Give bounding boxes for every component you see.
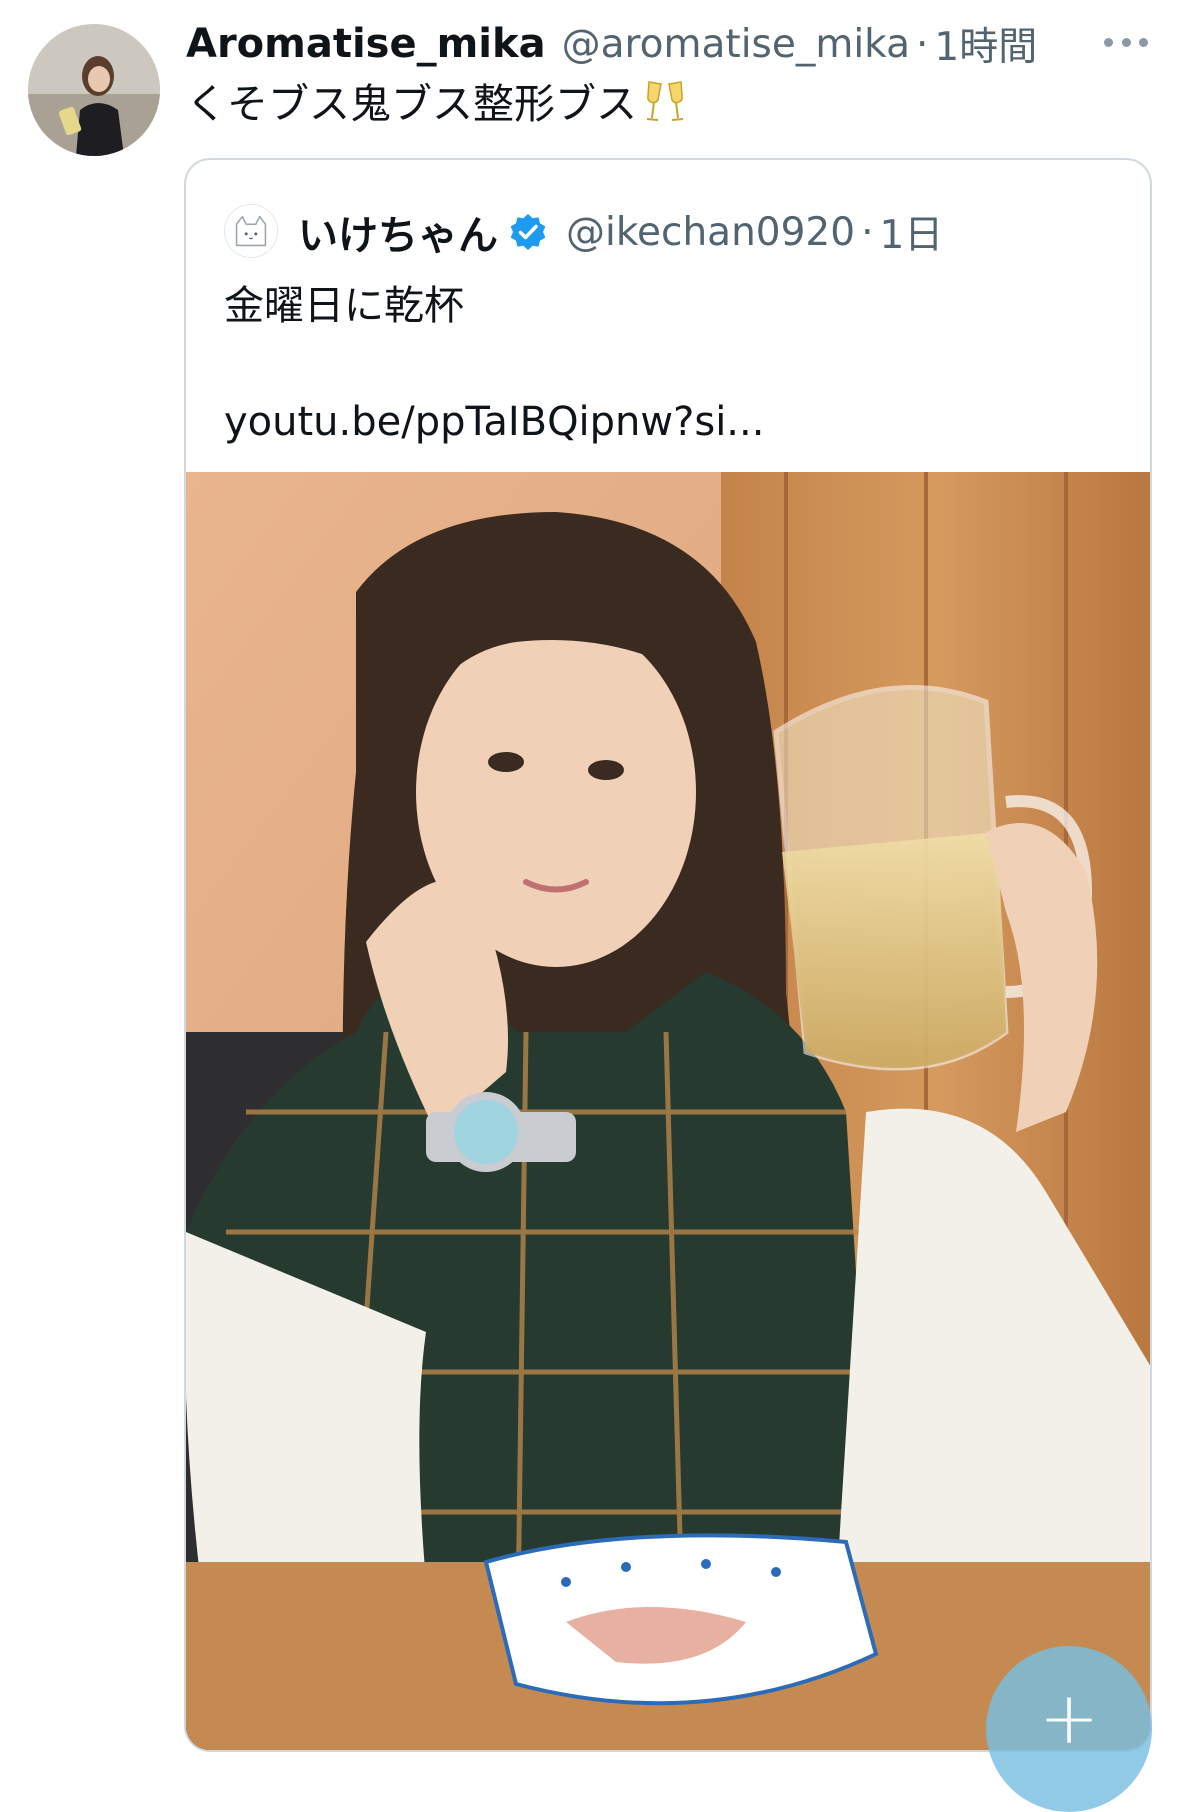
quoted-timestamp[interactable]: 1日 <box>879 204 943 260</box>
verified-badge-icon <box>508 212 548 252</box>
timestamp[interactable]: 1時間 <box>934 16 1037 72</box>
quoted-tweet-header: いけちゃん @ikechan0920 · 1日 <box>298 204 943 260</box>
more-options-button[interactable] <box>1098 22 1154 62</box>
quoted-tweet-card[interactable]: いけちゃん @ikechan0920 · 1日 金曜日に乾杯 youtu.be/… <box>184 158 1152 1752</box>
separator-dot: · <box>861 209 874 255</box>
quoted-display-name[interactable]: いけちゃん <box>298 203 498 261</box>
user-handle[interactable]: @aromatise_mika <box>562 22 910 67</box>
avatar-photo <box>28 24 160 156</box>
cat-icon <box>225 205 277 257</box>
separator-dot: · <box>916 21 929 67</box>
photo-image <box>186 472 1150 1750</box>
tweet[interactable]: Aromatise_mika @aromatise_mika · 1時間 くそブ… <box>0 0 1179 1812</box>
quoted-tweet-link[interactable]: youtu.be/ppTaIBQipnw?si... <box>224 394 764 450</box>
compose-button[interactable]: + <box>986 1646 1152 1812</box>
more-horizontal-icon <box>1121 37 1131 47</box>
tweet-body: くそブス鬼ブス整形ブス <box>186 76 687 140</box>
quoted-tweet-text: 金曜日に乾杯 <box>224 283 464 329</box>
tweet-text: くそブス鬼ブス整形ブス <box>186 80 637 128</box>
quoted-tweet-photo[interactable] <box>186 472 1150 1750</box>
more-horizontal-icon <box>1139 37 1148 47</box>
quoted-user-handle[interactable]: @ikechan0920 <box>566 210 855 255</box>
tweet-header: Aromatise_mika @aromatise_mika · 1時間 <box>186 18 1037 70</box>
more-horizontal-icon <box>1104 37 1113 47</box>
display-name[interactable]: Aromatise_mika <box>186 21 546 67</box>
clinking-glasses-icon <box>643 78 687 140</box>
compose-plus-icon: + <box>1038 1676 1100 1760</box>
user-avatar[interactable] <box>28 24 160 156</box>
quoted-user-avatar[interactable] <box>224 204 278 258</box>
